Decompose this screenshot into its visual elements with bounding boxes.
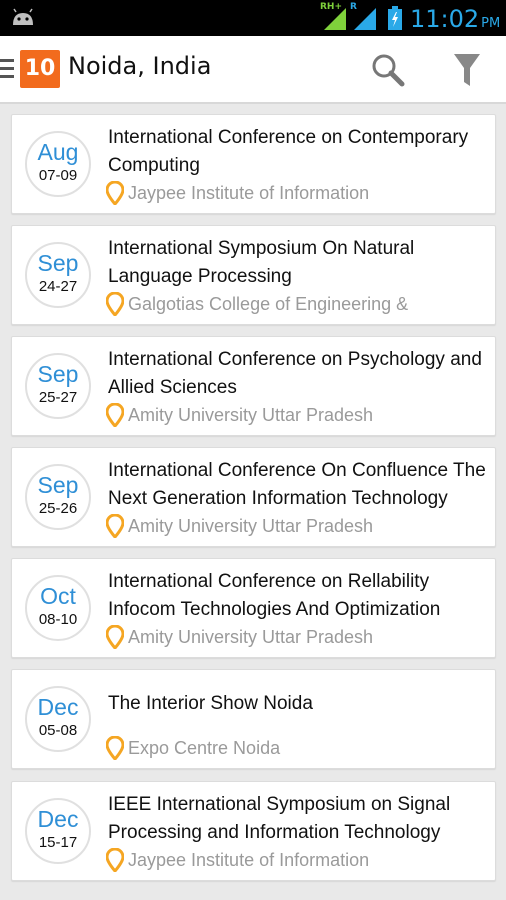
location-pin-icon <box>106 736 124 760</box>
event-title: IEEE International Symposium on Signal P… <box>108 794 451 843</box>
event-days: 25-27 <box>38 389 78 406</box>
event-venue-text: Galgotias College of Engineering & <box>128 294 409 314</box>
search-icon[interactable] <box>370 52 406 88</box>
event-days: 24-27 <box>38 278 78 295</box>
menu-icon[interactable] <box>0 59 14 79</box>
event-card[interactable]: Dec 15-17 IEEE International Symposium o… <box>11 781 496 881</box>
location-pin-icon <box>106 181 124 205</box>
event-card[interactable]: Sep 24-27 International Symposium On Nat… <box>11 225 496 325</box>
location-pin-icon <box>106 625 124 649</box>
event-venue: Amity University Uttar Pradesh <box>106 514 492 538</box>
event-month: Sep <box>37 472 79 498</box>
location-pin-icon <box>106 848 124 872</box>
event-venue: Jaypee Institute of Information <box>106 848 492 872</box>
event-venue-text: Amity University Uttar Pradesh <box>128 405 374 425</box>
event-venue: Expo Centre Noida <box>106 736 492 760</box>
clock: 11:02 PM <box>410 5 500 33</box>
event-month: Aug <box>37 139 79 165</box>
event-venue: Amity University Uttar Pradesh <box>106 403 492 427</box>
location-pin-icon <box>106 403 124 427</box>
event-card[interactable]: Oct 08-10 International Conference on Re… <box>11 558 496 658</box>
date-badge: Sep 25-26 <box>25 464 91 530</box>
event-venue-text: Jaypee Institute of Information <box>128 850 370 870</box>
event-venue: Galgotias College of Engineering & <box>106 292 492 316</box>
location-pin-icon <box>106 514 124 538</box>
app-logo[interactable]: 10 <box>20 50 60 88</box>
event-card[interactable]: Dec 05-08 The Interior Show Noida Expo C… <box>11 669 496 769</box>
event-title: International Conference on Rellability … <box>108 571 441 620</box>
event-days: 08-10 <box>38 611 78 628</box>
event-days: 25-26 <box>38 500 78 517</box>
app-bar: 10 Noida, India <box>0 36 506 104</box>
event-month: Sep <box>37 361 79 387</box>
event-month: Oct <box>40 583 76 609</box>
battery-charging-icon <box>388 6 402 30</box>
event-venue: Amity University Uttar Pradesh <box>106 625 492 649</box>
event-title: International Conference On Confluence T… <box>108 460 486 509</box>
location-pin-icon <box>106 292 124 316</box>
filter-icon[interactable] <box>452 52 482 88</box>
event-venue-text: Expo Centre Noida <box>128 738 281 758</box>
clock-ampm: PM <box>481 16 501 31</box>
clock-time: 11:02 <box>410 5 480 33</box>
status-bar: RH+ R 11:02 PM <box>0 0 506 36</box>
date-badge: Dec 15-17 <box>25 798 91 864</box>
event-days: 15-17 <box>38 834 78 851</box>
signal-icon <box>354 8 376 30</box>
city-title[interactable]: Noida, India <box>68 52 211 80</box>
event-title: International Conference on Contemporary… <box>108 127 469 176</box>
event-card[interactable]: Aug 07-09 International Conference on Co… <box>11 114 496 214</box>
event-month: Dec <box>37 694 79 720</box>
date-badge: Sep 25-27 <box>25 353 91 419</box>
date-badge: Sep 24-27 <box>25 242 91 308</box>
date-badge: Dec 05-08 <box>25 686 91 752</box>
event-venue-text: Jaypee Institute of Information <box>128 183 370 203</box>
event-venue-text: Amity University Uttar Pradesh <box>128 627 374 647</box>
event-month: Sep <box>37 250 79 276</box>
android-icon <box>13 8 33 25</box>
event-days: 07-09 <box>38 167 78 184</box>
event-card[interactable]: Sep 25-26 International Conference On Co… <box>11 447 496 547</box>
event-days: 05-08 <box>38 722 78 739</box>
date-badge: Aug 07-09 <box>25 131 91 197</box>
event-month: Dec <box>37 806 79 832</box>
date-badge: Oct 08-10 <box>25 575 91 641</box>
event-venue: Jaypee Institute of Information <box>106 181 492 205</box>
event-venue-text: Amity University Uttar Pradesh <box>128 516 374 536</box>
event-title: International Symposium On Natural Langu… <box>108 238 415 287</box>
event-card[interactable]: Sep 25-27 International Conference on Ps… <box>11 336 496 436</box>
signal-icon <box>324 8 346 30</box>
event-title: The Interior Show Noida <box>108 693 313 714</box>
event-title: International Conference on Psychology a… <box>108 349 482 398</box>
